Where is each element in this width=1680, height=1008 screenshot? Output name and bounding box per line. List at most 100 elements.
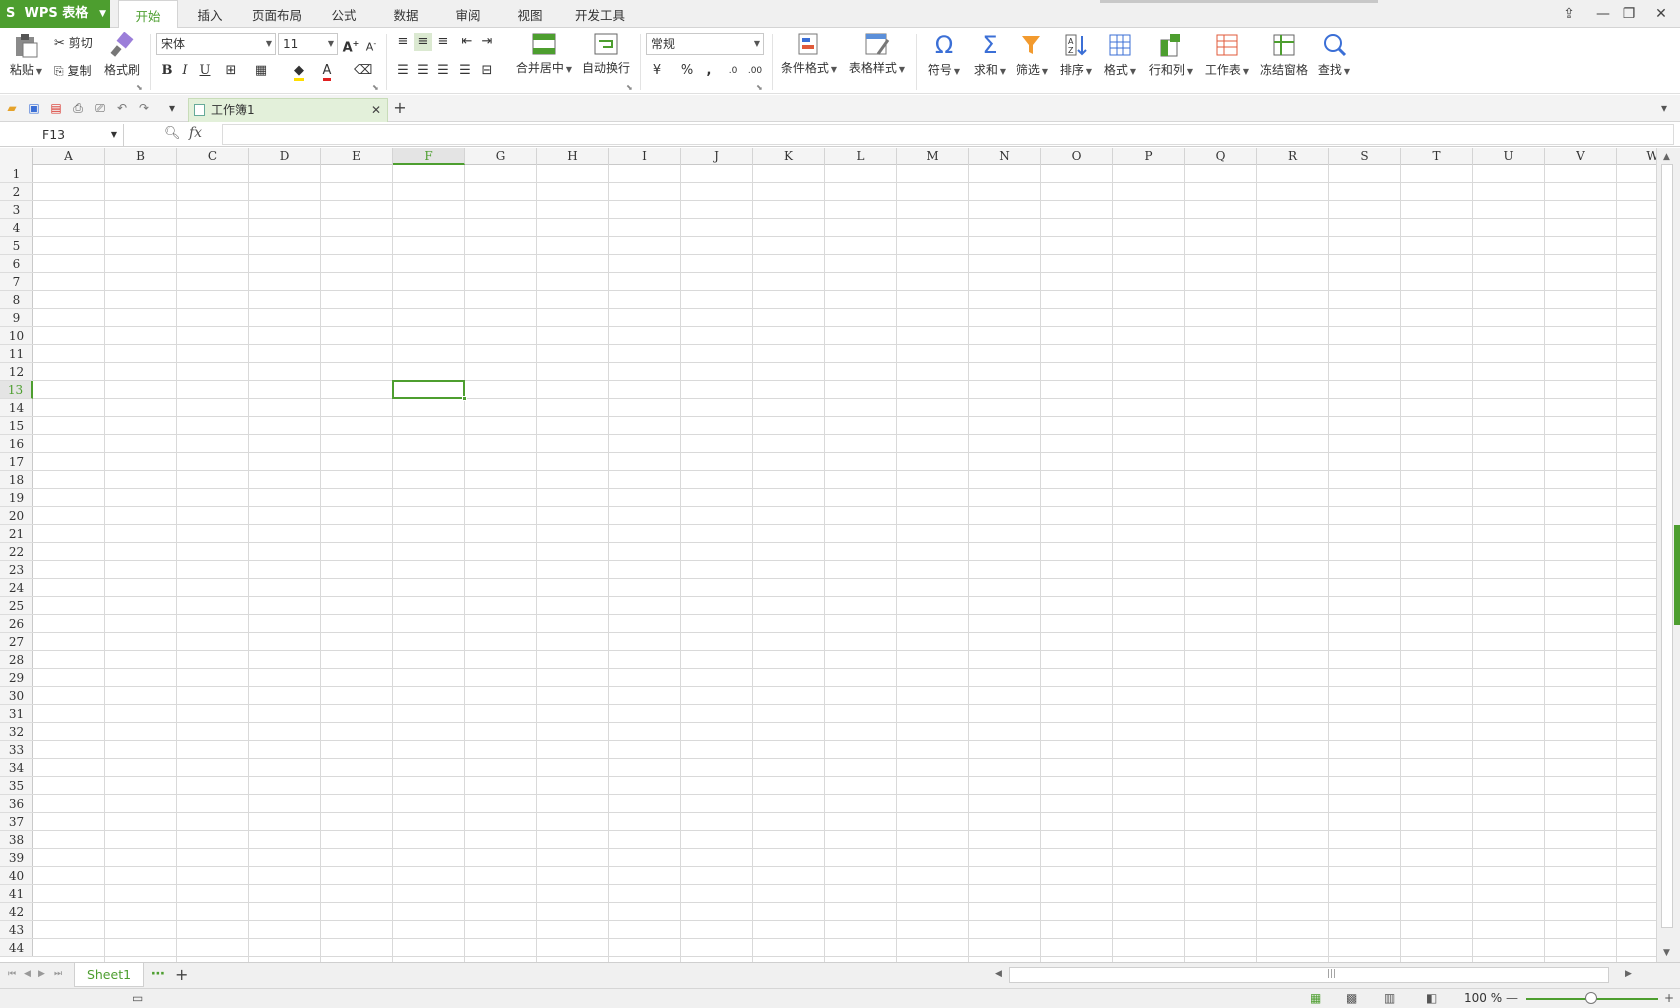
row-header-44[interactable]: 44: [0, 939, 33, 957]
column-header-l[interactable]: L: [825, 148, 897, 165]
row-header-20[interactable]: 20: [0, 507, 33, 525]
align-left-icon[interactable]: ☰: [394, 62, 412, 80]
percent-button[interactable]: %: [678, 62, 696, 80]
borders-icon[interactable]: ⊞: [222, 62, 240, 80]
column-header-h[interactable]: H: [537, 148, 609, 165]
row-header-43[interactable]: 43: [0, 921, 33, 939]
column-header-q[interactable]: Q: [1185, 148, 1257, 165]
zoom-level[interactable]: 100 %: [1464, 991, 1502, 1005]
row-header-3[interactable]: 3: [0, 201, 33, 219]
close-tab-icon[interactable]: ✕: [371, 99, 381, 121]
justify-icon[interactable]: ☰: [456, 62, 474, 80]
column-header-r[interactable]: R: [1257, 148, 1329, 165]
row-header-13[interactable]: 13: [0, 381, 33, 399]
row-header-42[interactable]: 42: [0, 903, 33, 921]
row-header-31[interactable]: 31: [0, 705, 33, 723]
copy-button[interactable]: ⎘ 复制: [54, 62, 91, 79]
column-header-b[interactable]: B: [105, 148, 177, 165]
font-color-icon[interactable]: A: [318, 62, 336, 81]
row-header-7[interactable]: 7: [0, 273, 33, 291]
row-header-26[interactable]: 26: [0, 615, 33, 633]
column-header-j[interactable]: J: [681, 148, 753, 165]
formula-input[interactable]: [222, 124, 1674, 145]
shrink-font-icon[interactable]: A-: [362, 35, 380, 54]
horizontal-scroll-thumb[interactable]: |||: [1009, 967, 1609, 983]
page-layout-view-icon[interactable]: ▥: [1384, 991, 1395, 1005]
distributed-icon[interactable]: ⊟: [478, 62, 496, 80]
table-style-button[interactable]: 表格样式 ▼: [846, 32, 908, 76]
column-header-c[interactable]: C: [177, 148, 249, 165]
horizontal-scrollbar[interactable]: ◀ ||| ▶: [985, 967, 1635, 983]
merge-center-button[interactable]: 合并居中 ▼: [512, 32, 576, 76]
print-preview-icon[interactable]: ⎚: [92, 100, 108, 116]
symbol-button[interactable]: Ω 符号 ▼: [924, 32, 964, 78]
minimize-icon[interactable]: —: [1590, 2, 1616, 26]
paste-button[interactable]: 粘贴 ▼: [8, 32, 44, 78]
redo-icon[interactable]: ↷: [136, 100, 152, 116]
find-button[interactable]: 查找 ▼: [1314, 32, 1354, 78]
row-header-28[interactable]: 28: [0, 651, 33, 669]
tab-review[interactable]: 审阅: [446, 0, 490, 28]
comma-button[interactable]: ,: [700, 62, 718, 80]
column-header-o[interactable]: O: [1041, 148, 1113, 165]
zoom-slider-knob[interactable]: [1585, 992, 1597, 1004]
row-header-23[interactable]: 23: [0, 561, 33, 579]
last-sheet-icon[interactable]: ⏭: [54, 969, 62, 979]
row-header-40[interactable]: 40: [0, 867, 33, 885]
conditional-format-button[interactable]: 条件格式 ▼: [778, 32, 840, 76]
upload-icon[interactable]: ⇪: [1556, 2, 1582, 26]
row-header-38[interactable]: 38: [0, 831, 33, 849]
scroll-down-icon[interactable]: ▼: [1663, 948, 1670, 958]
row-header-5[interactable]: 5: [0, 237, 33, 255]
increase-decimal-icon[interactable]: .0: [724, 62, 742, 80]
name-box[interactable]: F13 ▼: [0, 124, 124, 146]
column-header-k[interactable]: K: [753, 148, 825, 165]
align-center-icon[interactable]: ☰: [414, 62, 432, 80]
decrease-decimal-icon[interactable]: .00: [746, 62, 764, 80]
row-header-14[interactable]: 14: [0, 399, 33, 417]
font-launcher-icon[interactable]: ⬊: [372, 83, 379, 92]
row-header-2[interactable]: 2: [0, 183, 33, 201]
row-header-29[interactable]: 29: [0, 669, 33, 687]
scroll-right-icon[interactable]: ▶: [1625, 969, 1632, 979]
column-header-e[interactable]: E: [321, 148, 393, 165]
ribbon-options-icon[interactable]: ▾: [1656, 100, 1672, 116]
column-header-v[interactable]: V: [1545, 148, 1617, 165]
row-header-16[interactable]: 16: [0, 435, 33, 453]
row-header-27[interactable]: 27: [0, 633, 33, 651]
sum-button[interactable]: Σ 求和 ▼: [970, 32, 1010, 78]
tab-developer[interactable]: 开发工具: [568, 0, 632, 28]
row-header-35[interactable]: 35: [0, 777, 33, 795]
document-tab[interactable]: 工作簿1 ✕: [188, 98, 388, 122]
add-sheet-icon[interactable]: +: [175, 965, 188, 984]
row-header-17[interactable]: 17: [0, 453, 33, 471]
open-folder-icon[interactable]: ▰: [4, 100, 20, 116]
row-header-41[interactable]: 41: [0, 885, 33, 903]
alignment-launcher-icon[interactable]: ⬊: [626, 83, 633, 92]
row-header-11[interactable]: 11: [0, 345, 33, 363]
tab-view[interactable]: 视图: [508, 0, 552, 28]
column-header-u[interactable]: U: [1473, 148, 1545, 165]
row-header-36[interactable]: 36: [0, 795, 33, 813]
cell-area[interactable]: [33, 165, 1657, 962]
row-header-21[interactable]: 21: [0, 525, 33, 543]
tab-home[interactable]: 开始: [118, 0, 178, 29]
print-icon[interactable]: ⎙: [70, 100, 86, 116]
restore-icon[interactable]: ❐: [1616, 2, 1642, 26]
fill-handle[interactable]: [462, 396, 467, 401]
indent-increase-icon[interactable]: ⇥: [478, 33, 496, 51]
column-header-f[interactable]: F: [393, 148, 465, 165]
row-header-34[interactable]: 34: [0, 759, 33, 777]
tab-insert[interactable]: 插入: [190, 0, 230, 28]
select-all-corner[interactable]: [0, 148, 33, 165]
align-middle-icon[interactable]: ≡: [414, 33, 432, 51]
wrap-text-button[interactable]: 自动换行: [580, 32, 632, 76]
align-bottom-icon[interactable]: ≡: [434, 33, 452, 51]
row-header-4[interactable]: 4: [0, 219, 33, 237]
side-panel-toggle[interactable]: [1674, 525, 1680, 625]
align-right-icon[interactable]: ☰: [434, 62, 452, 80]
cell-border-style-icon[interactable]: ▦: [252, 62, 270, 80]
row-header-37[interactable]: 37: [0, 813, 33, 831]
row-header-10[interactable]: 10: [0, 327, 33, 345]
column-header-i[interactable]: I: [609, 148, 681, 165]
